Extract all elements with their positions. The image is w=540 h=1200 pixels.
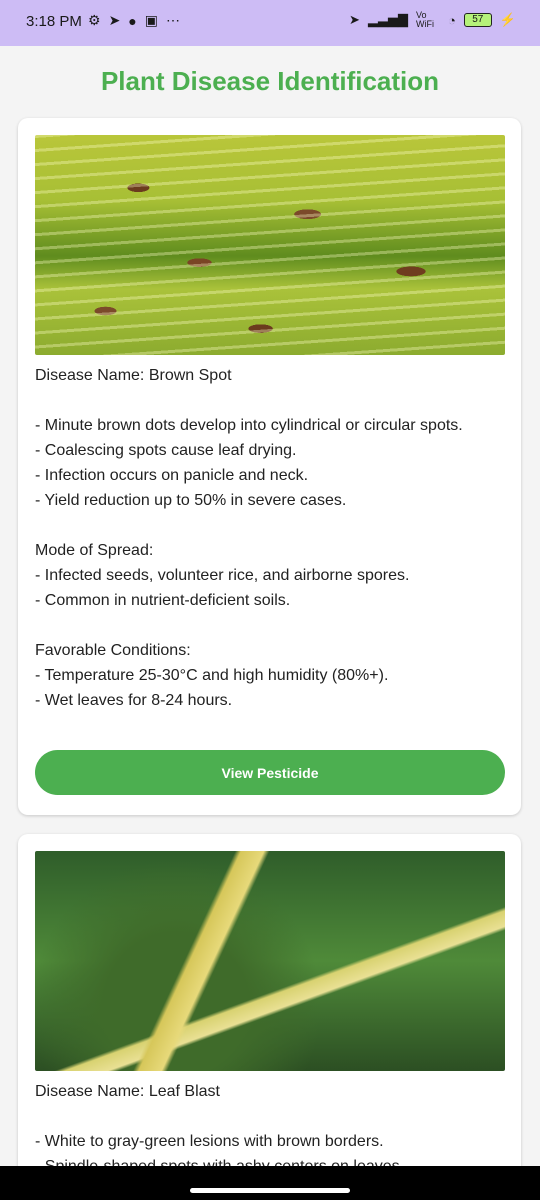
disease-description: Disease Name: Brown Spot - Minute brown …: [35, 363, 505, 713]
home-indicator[interactable]: [190, 1188, 350, 1193]
disease-list[interactable]: Plant Disease Identification Disease Nam…: [0, 46, 540, 1166]
wifi-icon: ◔: [447, 12, 456, 28]
view-pesticide-button[interactable]: View Pesticide: [35, 750, 505, 795]
chat-icon: ●: [128, 12, 137, 29]
disease-image-leaf-blast: [35, 851, 505, 1071]
more-icon: ⋯: [166, 12, 180, 28]
page-title: Plant Disease Identification: [100, 66, 440, 96]
disease-name: Disease Name: Leaf Blast: [35, 1083, 220, 1100]
location-icon: ➤: [349, 12, 360, 27]
disease-name: Disease Name: Brown Spot: [35, 367, 232, 384]
m-icon: ▣: [144, 12, 158, 28]
disease-details: - White to gray-green lesions with brown…: [35, 1133, 404, 1166]
disease-card: Disease Name: Leaf Blast - White to gray…: [18, 834, 521, 1166]
battery-icon: 57: [463, 13, 492, 27]
network-label: Vo WiFi: [415, 10, 434, 29]
status-left-icons: ⚙ ➤ ● ▣ ⋯: [88, 12, 180, 29]
navigation-bar: [0, 1166, 540, 1200]
status-bar: 3:18 PM ⚙ ➤ ● ▣ ⋯ ➤ ▂▃▅▇ Vo WiFi ◔ 57 ⚡: [0, 0, 540, 46]
charging-icon: ⚡: [499, 12, 516, 27]
settings-icon: ⚙: [88, 12, 101, 28]
disease-description: Disease Name: Leaf Blast - White to gray…: [35, 1079, 505, 1166]
disease-card: Disease Name: Brown Spot - Minute brown …: [18, 118, 521, 815]
disease-image-brown-spot: [35, 135, 505, 355]
status-time: 3:18 PM: [26, 13, 82, 30]
status-right: ➤ ▂▃▅▇ Vo WiFi ◔ 57 ⚡: [349, 11, 516, 29]
disease-details: - Minute brown dots develop into cylindr…: [35, 417, 463, 709]
signal-icon: ▂▃▅▇: [367, 12, 408, 27]
send-icon: ➤: [108, 12, 121, 28]
